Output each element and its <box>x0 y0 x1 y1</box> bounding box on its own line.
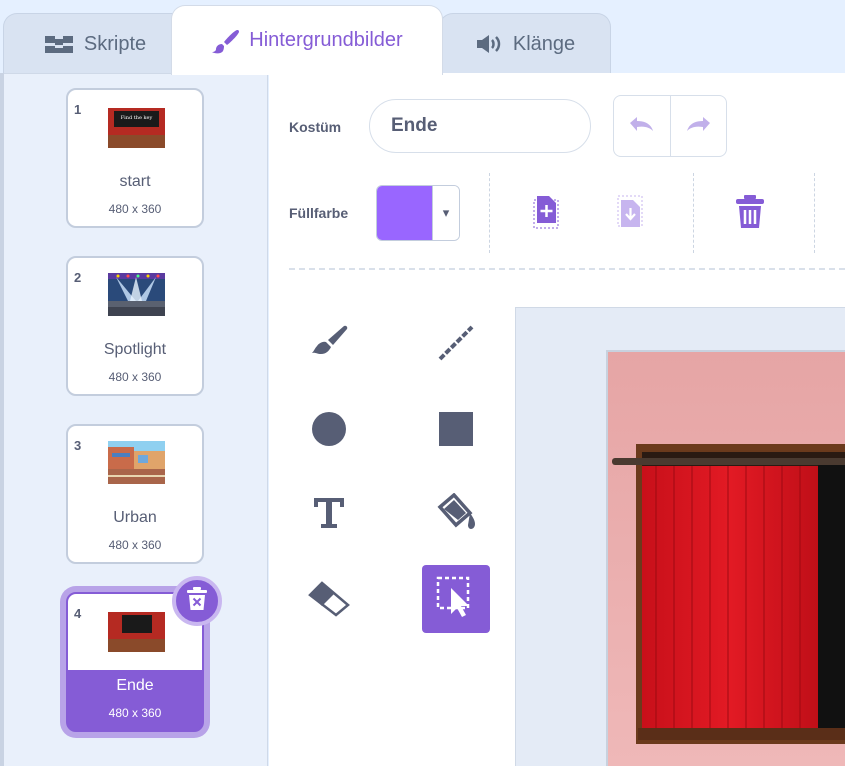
backdrop-size: 480 x 360 <box>108 202 162 216</box>
copy-add-icon <box>532 194 562 235</box>
rectangle-icon <box>438 411 474 452</box>
delete-button[interactable] <box>731 194 769 234</box>
backdrop-name: Urban <box>113 509 157 526</box>
toolbar-divider <box>289 268 845 270</box>
paste-icon <box>616 194 646 235</box>
circle-tool[interactable] <box>295 397 363 465</box>
backdrop-size: 480 x 360 <box>108 538 162 552</box>
tab-bar: Skripte Hintergrundbilder Klänge <box>0 0 845 75</box>
svg-text:Find the key: Find the key <box>121 115 153 121</box>
fill-color-picker[interactable]: ▾ <box>376 185 460 241</box>
line-tool[interactable] <box>422 311 490 379</box>
delete-backdrop-button[interactable] <box>172 576 222 626</box>
backdrop-item-start[interactable]: 1 Find the key start 480 x 360 <box>66 88 204 228</box>
canvas-area <box>515 307 845 766</box>
text-icon <box>312 496 346 535</box>
backdrop-name: start <box>119 173 151 190</box>
undo-icon <box>628 115 656 138</box>
undo-redo-group <box>613 95 727 157</box>
text-tool[interactable] <box>295 481 363 549</box>
backdrop-thumbnail: Find the key <box>108 105 165 148</box>
backdrop-name: Ende <box>116 677 154 694</box>
redo-button[interactable] <box>669 96 727 156</box>
divider <box>814 173 815 253</box>
paste-button[interactable] <box>614 195 648 233</box>
code-icon <box>44 34 74 54</box>
trash-icon <box>187 586 207 616</box>
circle-icon <box>310 410 348 453</box>
brush-icon <box>306 323 352 368</box>
backdrop-thumbnail <box>108 273 165 316</box>
divider <box>693 173 694 253</box>
tab-sounds-label: Klänge <box>512 32 576 55</box>
costume-label: Kostüm <box>289 119 342 135</box>
backdrop-number: 3 <box>74 438 82 453</box>
undo-button[interactable] <box>614 96 670 156</box>
tab-sounds[interactable]: Klänge <box>439 13 611 74</box>
brush-tool[interactable] <box>295 311 363 379</box>
eraser-tool[interactable] <box>295 567 363 635</box>
backdrop-number: 1 <box>74 102 82 117</box>
backdrop-size: 480 x 360 <box>108 370 162 384</box>
tab-backdrops[interactable]: Hintergrundbilder <box>171 5 443 75</box>
fill-tool[interactable] <box>422 481 490 549</box>
line-icon <box>436 323 476 368</box>
backdrop-thumbnail <box>108 441 165 484</box>
select-icon <box>436 576 476 623</box>
backdrop-number: 2 <box>74 270 82 285</box>
rectangle-tool[interactable] <box>422 397 490 465</box>
fill-color-swatch <box>377 186 433 240</box>
backdrop-image <box>608 352 845 766</box>
backdrop-name: Spotlight <box>103 341 167 358</box>
speaker-icon <box>475 34 503 54</box>
select-tool[interactable] <box>422 565 490 633</box>
divider <box>489 173 490 253</box>
redo-icon <box>684 115 712 138</box>
backdrop-size: 480 x 360 <box>108 706 162 720</box>
copy-to-new-button[interactable] <box>530 195 564 233</box>
tab-code-label: Skripte <box>83 32 147 55</box>
backdrop-item-urban[interactable]: 3 Urban 480 x 360 <box>66 424 204 564</box>
fill-color-label: Füllfarbe <box>289 205 349 221</box>
tab-code[interactable]: Skripte <box>3 13 187 74</box>
paint-editor: Kostüm Ende Füllfarbe ▾ <box>269 73 845 766</box>
chevron-down-icon: ▾ <box>433 186 459 240</box>
sidebar-edge <box>0 73 4 766</box>
fill-icon <box>434 492 478 538</box>
backdrop-thumbnail <box>108 609 165 652</box>
tab-backdrops-label: Hintergrundbilder <box>249 29 403 51</box>
trash-icon <box>735 194 765 234</box>
backdrop-number: 4 <box>74 606 82 621</box>
eraser-icon <box>306 580 352 622</box>
backdrop-item-spotlight[interactable]: 2 Spotlight 480 x 360 <box>66 256 204 396</box>
paint-editor-screen: Skripte Hintergrundbilder Klänge 1 Find <box>0 0 845 766</box>
costume-name-input[interactable]: Ende <box>369 99 591 153</box>
paint-canvas[interactable] <box>606 350 845 766</box>
paintbrush-icon <box>211 28 240 54</box>
